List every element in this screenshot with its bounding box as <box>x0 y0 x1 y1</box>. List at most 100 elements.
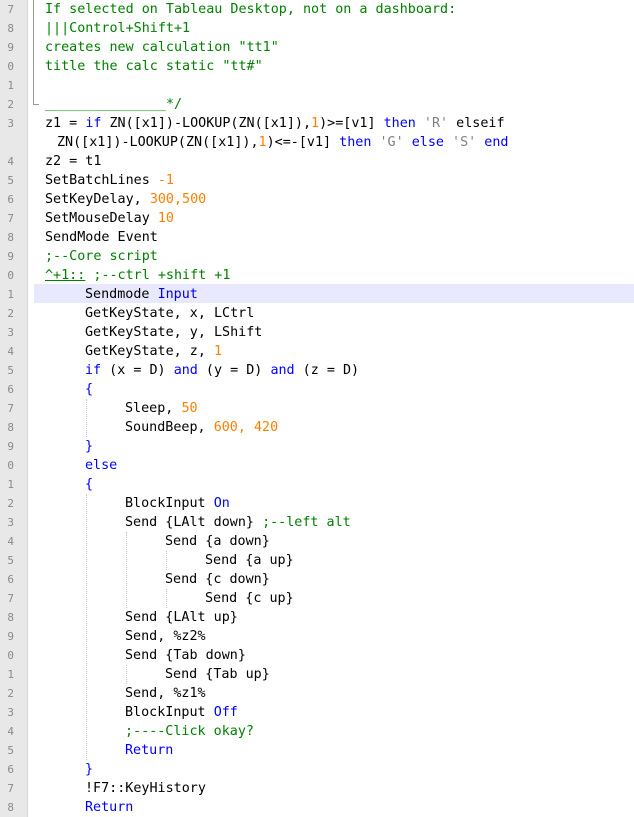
code-line[interactable]: BlockInput On <box>125 494 230 513</box>
line-number: 7 <box>7 402 14 415</box>
code-line[interactable]: { <box>85 475 93 494</box>
line-number: 6 <box>7 573 14 586</box>
line-number: 4 <box>7 725 14 738</box>
code-line[interactable]: ;----Click okay? <box>125 722 254 741</box>
fold-margin-line <box>33 0 34 104</box>
code-line[interactable]: Send {a up} <box>205 551 294 570</box>
code-line[interactable]: SetMouseDelay 10 <box>45 209 174 228</box>
string: 'G' <box>379 135 404 150</box>
line-number: 5 <box>7 744 14 757</box>
code-text: SetMouseDelay <box>45 211 158 226</box>
line-number: 0 <box>7 269 14 282</box>
code-line[interactable]: ;--Core script <box>45 247 158 266</box>
code-line[interactable]: } <box>85 437 93 456</box>
number: 1 <box>311 116 320 131</box>
code-line[interactable]: Send {Tab down} <box>125 646 246 665</box>
code-text: (y = D) <box>197 363 271 378</box>
code-text: BlockInput <box>125 705 214 720</box>
code-line[interactable]: creates new calculation "tt1" <box>45 38 279 57</box>
string: 'S' <box>452 135 477 150</box>
code-line[interactable]: title the calc static "tt#" <box>45 57 263 76</box>
code-line[interactable]: ^+1:: ;--ctrl +shift +1 <box>45 266 230 285</box>
line-number: 0 <box>7 60 14 73</box>
code-line[interactable]: Return <box>85 798 133 817</box>
keyword: Input <box>157 287 198 302</box>
keyword: then <box>383 116 416 131</box>
code-line[interactable]: SetBatchLines -1 <box>45 171 174 190</box>
line-number: 0 <box>7 649 14 662</box>
line-number: 9 <box>7 41 14 54</box>
line-number: 3 <box>7 706 14 719</box>
code-line[interactable]: Return <box>125 741 173 760</box>
code-line[interactable]: Send {a down} <box>165 532 270 551</box>
code-line[interactable]: Send {LAlt up} <box>125 608 238 627</box>
code-line[interactable]: SetKeyDelay, 300,500 <box>45 190 206 209</box>
code-line-wrapped[interactable]: ZN([x1])-LOOKUP(ZN([x1]),1)<=-[v1] then … <box>57 133 508 152</box>
line-number: 7 <box>7 592 14 605</box>
line-number: 2 <box>7 98 14 111</box>
line-number: 9 <box>7 250 14 263</box>
code-text: ZN([x1])-LOOKUP(ZN([x1]), <box>101 116 312 131</box>
number: 1 <box>214 344 223 359</box>
code-line[interactable]: Send, %z2% <box>125 627 206 646</box>
code-line[interactable]: BlockInput Off <box>125 703 238 722</box>
code-line[interactable]: Send {LAlt down} ;--left alt <box>125 513 351 532</box>
code-line[interactable]: GetKeyState, y, LShift <box>85 323 262 342</box>
code-line[interactable]: z2 = t1 <box>45 152 101 171</box>
line-number: 6 <box>7 193 14 206</box>
code-line[interactable]: if (x = D) and (y = D) and (z = D) <box>85 361 359 380</box>
code-text: elseif <box>448 116 505 131</box>
indent-guide <box>126 532 127 608</box>
line-number: 2 <box>7 687 14 700</box>
code-line[interactable]: GetKeyState, x, LCtrl <box>85 304 254 323</box>
code-line[interactable]: _______________*/ <box>45 95 182 114</box>
string: 'R' <box>423 116 449 131</box>
line-number: 7 <box>7 3 14 16</box>
code-line[interactable]: Sleep, 50 <box>125 399 198 418</box>
code-line[interactable]: { <box>85 380 93 399</box>
comment-underscores: _______________ <box>45 97 166 112</box>
code-line[interactable]: Send, %z1% <box>125 684 206 703</box>
line-number: 5 <box>7 554 14 567</box>
keyword: and <box>270 363 295 378</box>
line-number: 8 <box>7 611 14 624</box>
code-line[interactable]: SendMode Event <box>45 228 158 247</box>
keyword: and <box>173 363 198 378</box>
line-number: 1 <box>7 79 14 92</box>
number: -1 <box>157 173 174 188</box>
code-line[interactable]: !F7::KeyHistory <box>85 779 206 798</box>
code-line[interactable]: Send {Tab up} <box>165 665 270 684</box>
indent-guide <box>126 665 127 684</box>
indent-guide <box>166 551 167 570</box>
code-text: ZN([x1])-LOOKUP(ZN([x1]), <box>57 135 259 150</box>
line-number: 3 <box>7 516 14 529</box>
line-number: 1 <box>7 668 14 681</box>
code-line[interactable]: If selected on Tableau Desktop, not on a… <box>45 0 456 19</box>
code-line[interactable]: Sendmode Input <box>85 285 198 304</box>
code-line[interactable]: Send {c down} <box>165 570 270 589</box>
code-text: )<=-[v1] <box>266 135 340 150</box>
line-number: 2 <box>7 497 14 510</box>
keyword: then <box>339 135 372 150</box>
number: 600, 420 <box>213 420 279 435</box>
code-line[interactable]: GetKeyState, z, 1 <box>85 342 222 361</box>
code-editor[interactable]: 7 8 9 0 1 2 3 4 5 6 7 8 9 0 1 2 3 4 5 6 … <box>0 0 634 817</box>
code-line[interactable]: |||Control+Shift+1 <box>45 19 190 38</box>
code-line[interactable]: else <box>85 456 117 475</box>
line-number: 8 <box>7 231 14 244</box>
code-line[interactable]: Send {c up} <box>205 589 294 608</box>
code-text: SetKeyDelay, <box>45 192 150 207</box>
keyword: On <box>213 496 230 511</box>
line-number: 4 <box>7 345 14 358</box>
number: 300,500 <box>149 192 207 207</box>
code-line[interactable]: z1 = if ZN([x1])-LOOKUP(ZN([x1]),1)>=[v1… <box>45 114 505 133</box>
line-number: 7 <box>7 782 14 795</box>
indent-guide <box>166 589 167 608</box>
keyword: end <box>484 135 509 150</box>
line-number: 6 <box>7 383 14 396</box>
code-line[interactable]: } <box>85 760 93 779</box>
line-number: 5 <box>7 174 14 187</box>
code-line[interactable]: SoundBeep, 600, 420 <box>125 418 278 437</box>
